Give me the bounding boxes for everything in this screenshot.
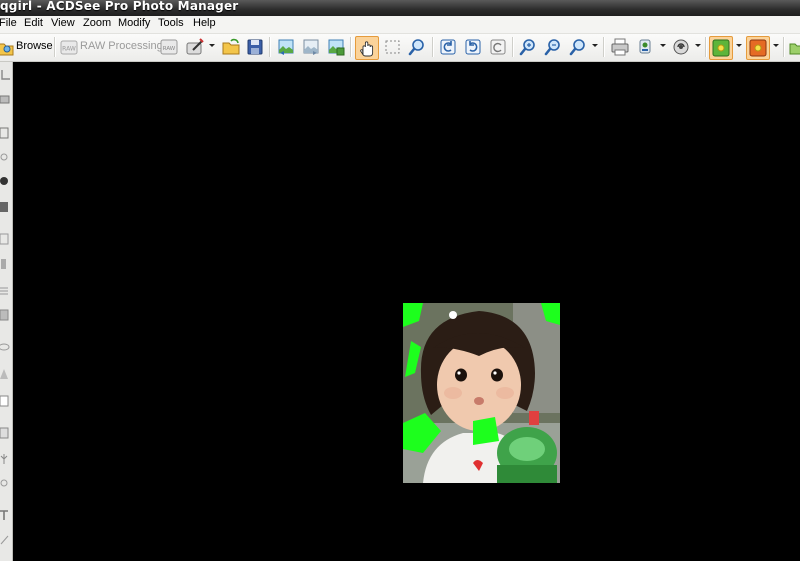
flower-orange-icon bbox=[749, 39, 767, 57]
rotate-right-icon[interactable] bbox=[463, 36, 483, 58]
previous-image-icon[interactable] bbox=[276, 36, 296, 58]
browse-button[interactable]: Browse bbox=[16, 40, 53, 52]
chevron-down-icon[interactable] bbox=[773, 44, 779, 47]
share-icon[interactable] bbox=[636, 36, 656, 58]
eye-icon[interactable] bbox=[0, 340, 10, 354]
raw-icon: RAW bbox=[60, 40, 78, 55]
title-bar: qgirl - ACDSee Pro Photo Manager bbox=[0, 0, 800, 16]
picture-icon[interactable] bbox=[0, 426, 10, 440]
effects-button[interactable] bbox=[709, 36, 733, 60]
import-icon[interactable] bbox=[326, 36, 346, 58]
toolbar-separator bbox=[54, 37, 56, 57]
eraser-icon[interactable] bbox=[0, 92, 10, 106]
rotate-left-icon[interactable] bbox=[438, 36, 458, 58]
menu-help[interactable]: Help bbox=[193, 17, 216, 29]
external-editor-button[interactable] bbox=[746, 36, 770, 60]
menu-edit[interactable]: Edit bbox=[24, 17, 43, 29]
browse-icon[interactable] bbox=[0, 36, 14, 58]
toolbar-separator bbox=[603, 37, 605, 57]
menu-tools[interactable]: Tools bbox=[158, 17, 184, 29]
zoom-out-icon[interactable] bbox=[543, 36, 563, 58]
crop-tool-icon[interactable] bbox=[0, 68, 10, 82]
toolbar-separator bbox=[350, 37, 352, 57]
color-icon[interactable] bbox=[0, 174, 10, 188]
menu-bar: File Edit View Zoom Modify Tools Help bbox=[0, 16, 800, 34]
left-tool-panel bbox=[0, 62, 13, 561]
flower-green-icon bbox=[712, 39, 730, 57]
sun-icon[interactable] bbox=[0, 150, 10, 164]
toolbar-separator bbox=[432, 37, 434, 57]
zoom-in-icon[interactable] bbox=[518, 36, 538, 58]
list-icon[interactable] bbox=[0, 284, 10, 298]
levels-icon[interactable] bbox=[0, 257, 10, 271]
menu-modify[interactable]: Modify bbox=[118, 17, 150, 29]
wand-icon[interactable] bbox=[0, 532, 10, 546]
save-icon[interactable] bbox=[246, 36, 264, 58]
menu-view[interactable]: View bbox=[51, 17, 75, 29]
toolbar-separator bbox=[512, 37, 514, 57]
raw-convert-icon-text: RAW bbox=[163, 46, 176, 52]
chevron-down-icon[interactable] bbox=[592, 44, 598, 47]
print-icon[interactable] bbox=[610, 36, 630, 58]
hand-icon bbox=[360, 41, 374, 57]
text-icon[interactable] bbox=[0, 508, 10, 522]
toolbar-separator bbox=[269, 37, 271, 57]
chevron-down-icon[interactable] bbox=[736, 44, 742, 47]
slideshow-icon[interactable] bbox=[671, 36, 691, 58]
window-title: qgirl - ACDSee Pro Photo Manager bbox=[0, 0, 239, 13]
flip-icon[interactable] bbox=[488, 36, 508, 58]
zoom-fit-icon[interactable] bbox=[568, 36, 588, 58]
next-image-icon[interactable] bbox=[301, 36, 321, 58]
raw-processing-button[interactable]: RAW Processing bbox=[80, 40, 163, 52]
toolbar-separator bbox=[705, 37, 707, 57]
raw-icon-text: RAW bbox=[62, 46, 76, 53]
select-tool-icon[interactable] bbox=[383, 36, 403, 58]
zoom-tool-icon[interactable] bbox=[407, 36, 427, 58]
sharpen-icon[interactable] bbox=[0, 232, 10, 246]
chevron-down-icon[interactable] bbox=[209, 44, 215, 47]
open-folder-icon[interactable] bbox=[221, 36, 241, 58]
square-icon[interactable] bbox=[0, 394, 10, 408]
chevron-down-icon[interactable] bbox=[660, 44, 666, 47]
edit-tools-icon[interactable] bbox=[185, 36, 205, 58]
pan-tool-button[interactable] bbox=[355, 36, 379, 60]
online-icon[interactable] bbox=[788, 36, 800, 58]
raw-convert-icon[interactable]: RAW bbox=[159, 36, 179, 58]
image-viewer[interactable] bbox=[13, 62, 800, 561]
menu-zoom[interactable]: Zoom bbox=[83, 17, 111, 29]
chevron-down-icon[interactable] bbox=[695, 44, 701, 47]
panel-icon[interactable] bbox=[0, 308, 10, 322]
fork-icon[interactable] bbox=[0, 452, 10, 466]
menu-file[interactable]: File bbox=[0, 17, 17, 29]
lasso-icon[interactable] bbox=[0, 477, 10, 491]
main-toolbar: Browse RAW RAW Processing RAW bbox=[0, 34, 800, 62]
toolbar-separator bbox=[783, 37, 785, 57]
triangle-icon[interactable] bbox=[0, 367, 10, 381]
photo bbox=[403, 303, 560, 483]
frame-icon[interactable] bbox=[0, 126, 10, 140]
red-eye-icon[interactable] bbox=[0, 200, 10, 214]
